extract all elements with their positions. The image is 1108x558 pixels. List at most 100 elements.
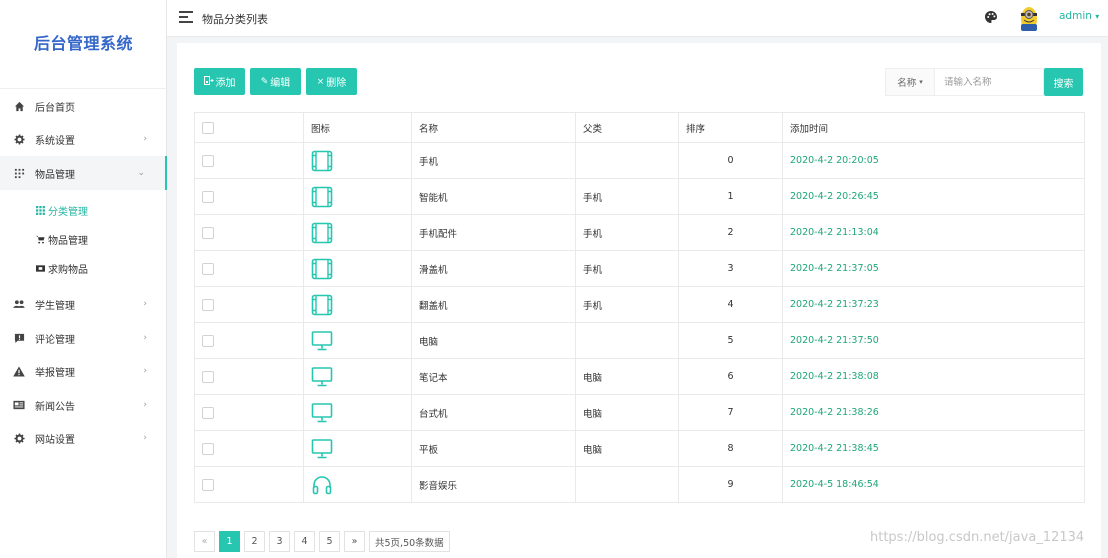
- row-checkbox[interactable]: [202, 154, 214, 167]
- top-header: 物品分类列表 admin ▾: [167, 0, 1108, 37]
- news-icon: [12, 398, 26, 412]
- chevron-down-icon: ⌄: [137, 168, 145, 178]
- page-button[interactable]: 5: [319, 531, 340, 552]
- row-sort: 4: [678, 286, 783, 323]
- row-select-cell: [194, 286, 304, 323]
- page-button[interactable]: 2: [244, 531, 265, 552]
- monitor-icon: [311, 330, 411, 352]
- add-button[interactable]: 添加: [194, 68, 245, 95]
- caret-down-icon: ▾: [919, 78, 923, 86]
- add-button-label: 添加: [215, 78, 236, 89]
- sidebar-item-site-settings[interactable]: 网站设置 ›: [0, 421, 167, 455]
- column-header: 名称: [411, 112, 576, 143]
- row-checkbox[interactable]: [202, 190, 214, 203]
- sidebar-item-news[interactable]: 新闻公告 ›: [0, 388, 167, 422]
- row-time: 2020-4-2 21:38:26: [782, 394, 1085, 431]
- sidebar-item-comments[interactable]: 评论管理 ›: [0, 321, 167, 355]
- row-parent: 电脑: [575, 358, 679, 395]
- row-time: 2020-4-2 21:38:08: [782, 358, 1085, 395]
- tablet-icon: [311, 222, 411, 244]
- monitor-icon: [311, 438, 411, 460]
- row-icon-cell: [303, 178, 412, 215]
- row-checkbox[interactable]: [202, 334, 214, 347]
- row-sort: 7: [678, 394, 783, 431]
- row-icon-cell: [303, 358, 412, 395]
- row-time: 2020-4-2 21:38:45: [782, 430, 1085, 467]
- row-checkbox[interactable]: [202, 226, 214, 239]
- page-button[interactable]: 1: [219, 531, 240, 552]
- pagination: « 1 2 3 4 5 » 共5页,50条数据: [194, 531, 450, 552]
- row-parent: [575, 142, 679, 179]
- search-field-value: 名称: [897, 78, 917, 89]
- table-row[interactable]: 滑盖机 手机 3 2020-4-2 21:37:05: [194, 250, 1085, 287]
- row-checkbox[interactable]: [202, 406, 214, 419]
- sidebar-subitem-wanted-goods[interactable]: 求购物品: [35, 261, 88, 276]
- table-row[interactable]: 台式机 电脑 7 2020-4-2 21:38:26: [194, 394, 1085, 431]
- edit-button[interactable]: ✎ 编辑: [250, 68, 301, 95]
- sidebar-subitem-label: 分类管理: [48, 207, 88, 218]
- app-logo-title: 后台管理系统: [33, 34, 133, 53]
- table-row[interactable]: 手机配件 手机 2 2020-4-2 21:13:04: [194, 214, 1085, 251]
- table-row[interactable]: 翻盖机 手机 4 2020-4-2 21:37:23: [194, 286, 1085, 323]
- sidebar-item-system-settings[interactable]: 系统设置 ›: [0, 122, 167, 156]
- chevron-right-icon: ›: [143, 366, 147, 376]
- tablet-icon: [311, 150, 411, 172]
- table-row[interactable]: 平板 电脑 8 2020-4-2 21:38:45: [194, 430, 1085, 467]
- sidebar-subitem-goods-management[interactable]: 物品管理: [35, 232, 88, 247]
- row-sort: 6: [678, 358, 783, 395]
- table-row[interactable]: 电脑 5 2020-4-2 21:37:50: [194, 322, 1085, 359]
- monitor-icon: [311, 402, 411, 424]
- search-input[interactable]: [935, 69, 1043, 95]
- column-header: 父类: [575, 112, 679, 143]
- row-icon-cell: [303, 142, 412, 179]
- row-select-cell: [194, 466, 304, 503]
- search-field-select[interactable]: 名称 ▾: [886, 69, 935, 95]
- next-page-button[interactable]: »: [344, 531, 365, 552]
- ticket-icon: [35, 264, 45, 274]
- table-row[interactable]: 智能机 手机 1 2020-4-2 20:26:45: [194, 178, 1085, 215]
- table-row[interactable]: 影音娱乐 9 2020-4-5 18:46:54: [194, 466, 1085, 503]
- category-table: 图标 名称 父类 排序 添加时间 手机 0 2020-4-2 20:20:05 智能机…: [194, 112, 1085, 503]
- row-parent: 手机: [575, 250, 679, 287]
- sidebar-item-reports[interactable]: 举报管理 ›: [0, 354, 167, 388]
- users-icon: [12, 297, 26, 311]
- row-icon-cell: [303, 214, 412, 251]
- row-select-cell: [194, 214, 304, 251]
- page-button[interactable]: 3: [269, 531, 290, 552]
- page-button[interactable]: 4: [294, 531, 315, 552]
- palette-icon[interactable]: [984, 10, 998, 24]
- row-checkbox[interactable]: [202, 298, 214, 311]
- row-name: 手机配件: [411, 214, 576, 251]
- delete-button[interactable]: × 删除: [306, 68, 357, 95]
- avatar[interactable]: [1018, 4, 1040, 32]
- user-menu[interactable]: admin ▾: [1059, 10, 1099, 22]
- sidebar-item-home[interactable]: 后台首页: [0, 89, 167, 123]
- home-icon: [12, 99, 26, 113]
- page-summary: 共5页,50条数据: [369, 531, 450, 552]
- row-parent: 手机: [575, 178, 679, 215]
- watermark: https://blog.csdn.net/java_12134: [870, 530, 1085, 545]
- menu-toggle-icon[interactable]: [179, 11, 193, 23]
- sidebar-subitem-category-management[interactable]: 分类管理: [35, 203, 88, 218]
- row-parent: 手机: [575, 286, 679, 323]
- row-select-cell: [194, 250, 304, 287]
- row-checkbox[interactable]: [202, 478, 214, 491]
- sidebar-subitem-label: 求购物品: [48, 265, 88, 276]
- row-time: 2020-4-2 20:20:05: [782, 142, 1085, 179]
- sidebar-subitem-label: 物品管理: [48, 236, 88, 247]
- sidebar-item-students[interactable]: 学生管理 ›: [0, 287, 167, 321]
- caret-down-icon: ▾: [1095, 12, 1100, 21]
- table-row[interactable]: 笔记本 电脑 6 2020-4-2 21:38:08: [194, 358, 1085, 395]
- sidebar-item-goods-management[interactable]: 物品管理 ⌄: [0, 156, 167, 190]
- select-all-checkbox[interactable]: [202, 121, 214, 134]
- table-row[interactable]: 手机 0 2020-4-2 20:20:05: [194, 142, 1085, 179]
- search-button[interactable]: 搜索: [1044, 68, 1083, 96]
- row-select-cell: [194, 430, 304, 467]
- prev-page-button[interactable]: «: [194, 531, 215, 552]
- main-card: 添加 ✎ 编辑 × 删除 名称 ▾ 搜索 图标 名称 父类 排序 添加时间: [177, 43, 1101, 558]
- sidebar-item-label: 物品管理: [35, 169, 75, 181]
- row-checkbox[interactable]: [202, 262, 214, 275]
- row-checkbox[interactable]: [202, 370, 214, 383]
- row-checkbox[interactable]: [202, 442, 214, 455]
- search-bar: 名称 ▾: [885, 68, 1044, 96]
